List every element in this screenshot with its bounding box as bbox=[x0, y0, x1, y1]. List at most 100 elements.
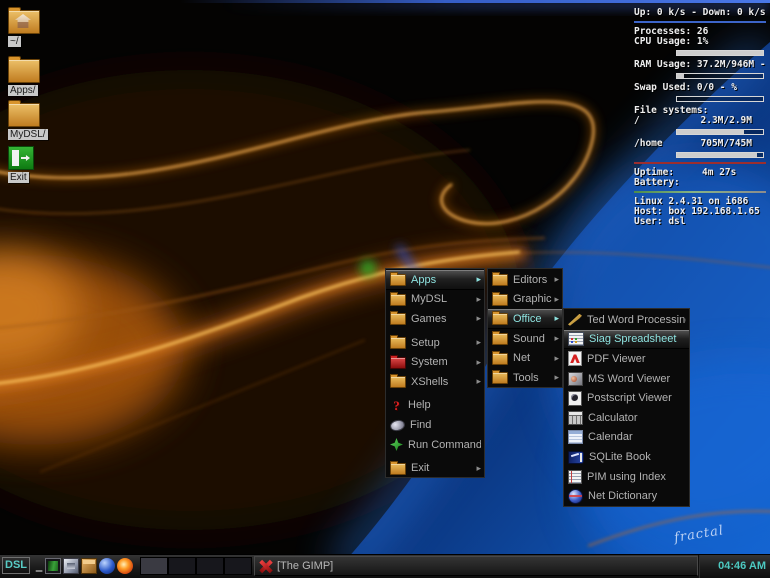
chevron-right-icon: ▸ bbox=[554, 295, 559, 304]
calculator-icon bbox=[568, 411, 583, 425]
swap-used: Swap Used: 0/0 - % bbox=[634, 83, 766, 93]
spreadsheet-icon bbox=[568, 332, 584, 346]
menu-item-siag-spreadsheet[interactable]: Siag Spreadsheet bbox=[564, 330, 689, 350]
book-icon bbox=[568, 451, 584, 464]
menu-item-editors[interactable]: Editors▸ bbox=[488, 270, 562, 290]
run-icon bbox=[390, 438, 403, 451]
menu-item-mydsl[interactable]: MyDSL▸ bbox=[386, 290, 484, 310]
clock: 04:46 AM bbox=[718, 555, 766, 578]
menu-item-pim-using-index[interactable]: PIM using Index bbox=[564, 467, 689, 487]
minimize-icon[interactable]: _ bbox=[33, 558, 45, 574]
msword-icon bbox=[568, 372, 583, 386]
pager-cell[interactable] bbox=[168, 557, 196, 575]
menu-item-pdf-viewer[interactable]: PDF Viewer bbox=[564, 349, 689, 369]
chevron-right-icon: ▸ bbox=[476, 358, 481, 367]
fs-home-bar bbox=[676, 152, 764, 158]
menu-item-system[interactable]: System▸ bbox=[386, 352, 484, 372]
pencil-icon bbox=[568, 314, 582, 326]
cpu-bar bbox=[676, 50, 764, 56]
folder-icon bbox=[492, 333, 508, 345]
pager-cell[interactable] bbox=[140, 557, 168, 575]
fs-home: /home705M/745M bbox=[634, 139, 766, 149]
firefox-icon[interactable] bbox=[117, 558, 133, 574]
menu-item-ted-word-processing[interactable]: Ted Word Processing bbox=[564, 310, 689, 330]
ram-bar bbox=[676, 73, 764, 79]
workspace-pager bbox=[140, 557, 252, 575]
menu-item-apps[interactable]: Apps▸ bbox=[386, 270, 484, 290]
folder-icon bbox=[390, 313, 406, 325]
chevron-right-icon: ▸ bbox=[554, 373, 559, 382]
menu-item-games[interactable]: Games▸ bbox=[386, 309, 484, 329]
menu-item-run-command[interactable]: Run Command bbox=[386, 435, 484, 455]
menu-item-net[interactable]: Net▸ bbox=[488, 348, 562, 368]
menu-item-tools[interactable]: Tools▸ bbox=[488, 368, 562, 388]
folder-icon bbox=[8, 59, 40, 83]
chevron-right-icon: ▸ bbox=[476, 464, 481, 473]
chevron-right-icon: ▸ bbox=[476, 275, 481, 284]
fs-root: /2.3M/2.9M bbox=[634, 116, 766, 126]
system-monitor: Up: 0 k/s - Down: 0 k/s Processes: 26 CP… bbox=[634, 8, 766, 227]
menu-item-xshells[interactable]: XShells▸ bbox=[386, 372, 484, 392]
menu-item-sqlite-book[interactable]: SQLite Book bbox=[564, 447, 689, 467]
folder-icon bbox=[492, 294, 508, 306]
menu-item-calculator[interactable]: Calculator bbox=[564, 408, 689, 428]
desktop-icon-mydsl[interactable]: MyDSL/ bbox=[4, 99, 50, 140]
dsl-menu-button[interactable]: DSL bbox=[2, 557, 30, 574]
chevron-right-icon: ▸ bbox=[476, 314, 481, 323]
filemanager-icon[interactable] bbox=[63, 558, 79, 574]
icon-label: ~/ bbox=[8, 36, 21, 47]
office-submenu: Ted Word Processing Siag Spreadsheet PDF… bbox=[563, 308, 690, 507]
clock-divider bbox=[698, 555, 700, 578]
menu-item-net-dictionary[interactable]: Net Dictionary bbox=[564, 486, 689, 506]
pager-cell[interactable] bbox=[196, 557, 224, 575]
task-button-gimp[interactable]: [The GIMP] bbox=[254, 556, 698, 576]
menu-item-sound[interactable]: Sound▸ bbox=[488, 329, 562, 349]
folder-icon bbox=[492, 353, 508, 365]
cpu-usage: CPU Usage: 1% bbox=[634, 37, 766, 47]
card-icon bbox=[568, 470, 582, 484]
chevron-right-icon: ▸ bbox=[554, 275, 559, 284]
pdf-icon bbox=[568, 351, 582, 366]
ram-usage: RAM Usage: 37.2M/946M - 3% bbox=[634, 60, 766, 70]
menu-item-find[interactable]: Find bbox=[386, 415, 484, 435]
terminal-icon[interactable] bbox=[45, 558, 61, 574]
menu-item-postscript-viewer[interactable]: Postscript Viewer bbox=[564, 388, 689, 408]
help-icon: ? bbox=[390, 399, 403, 412]
divider-blue bbox=[634, 21, 766, 23]
find-icon bbox=[389, 419, 406, 433]
menu-item-office[interactable]: Office▸ bbox=[488, 309, 562, 329]
fs-root-bar bbox=[676, 129, 764, 135]
menu-item-exit[interactable]: Exit▸ bbox=[386, 458, 484, 478]
menu-item-ms-word-viewer[interactable]: MS Word Viewer bbox=[564, 369, 689, 389]
chevron-right-icon: ▸ bbox=[476, 338, 481, 347]
folder-icon bbox=[390, 274, 406, 286]
pager-cell[interactable] bbox=[224, 557, 252, 575]
calendar-icon bbox=[568, 430, 583, 444]
swap-bar bbox=[676, 96, 764, 102]
root-menu: Apps▸ MyDSL▸ Games▸ Setup▸ System▸ XShel… bbox=[385, 268, 485, 478]
folder-icon bbox=[492, 313, 508, 325]
gimp-icon bbox=[258, 560, 272, 573]
desktop-icon-exit[interactable]: Exit bbox=[4, 144, 50, 183]
postscript-icon bbox=[568, 391, 582, 406]
folder-icon bbox=[390, 337, 406, 349]
folder-icon bbox=[492, 274, 508, 286]
network-ball-icon[interactable] bbox=[99, 558, 115, 574]
package-box-icon[interactable] bbox=[81, 558, 97, 574]
menu-item-calendar[interactable]: Calendar bbox=[564, 428, 689, 448]
icon-label: Exit bbox=[8, 172, 29, 183]
taskbar: DSL _ [The GIMP] 04:46 AM bbox=[0, 554, 770, 578]
icon-label: Apps/ bbox=[8, 85, 38, 96]
task-label: [The GIMP] bbox=[277, 560, 333, 572]
exit-icon bbox=[8, 146, 34, 170]
chevron-right-icon: ▸ bbox=[554, 354, 559, 363]
folder-icon bbox=[390, 294, 406, 306]
desktop-icon-home[interactable]: ~/ bbox=[4, 6, 50, 47]
battery: Battery: bbox=[634, 178, 766, 188]
menu-item-help[interactable]: ? Help bbox=[386, 396, 484, 416]
chevron-right-icon: ▸ bbox=[476, 295, 481, 304]
desktop-icon-apps[interactable]: Apps/ bbox=[4, 55, 50, 96]
menu-item-graphics[interactable]: Graphics▸ bbox=[488, 290, 562, 310]
menu-item-setup[interactable]: Setup▸ bbox=[386, 333, 484, 353]
folder-icon bbox=[492, 372, 508, 384]
